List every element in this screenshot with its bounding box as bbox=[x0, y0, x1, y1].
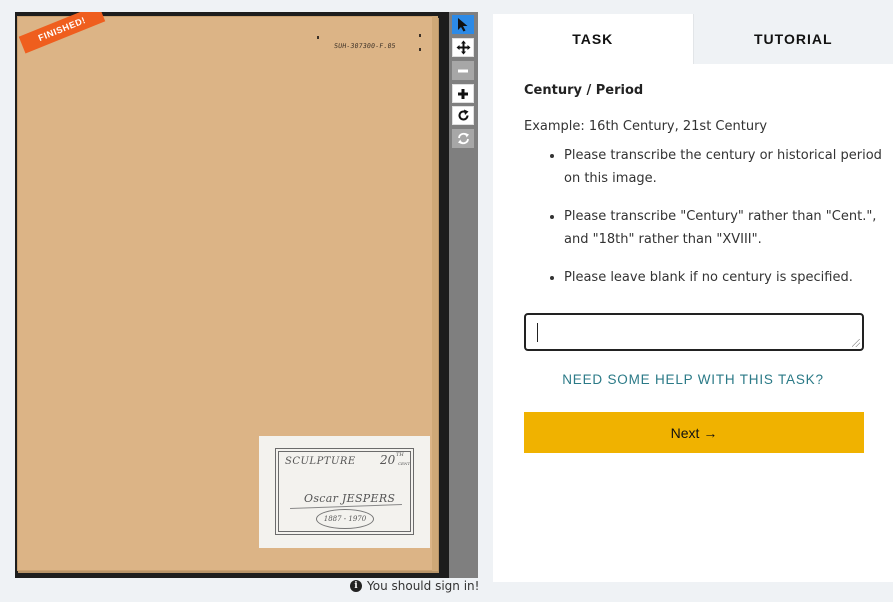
sign-in-text: You should sign in! bbox=[367, 579, 480, 593]
task-content: Century / Period Example: 16th Century, … bbox=[493, 83, 893, 289]
minus-icon bbox=[458, 69, 468, 72]
move-tool-button[interactable] bbox=[452, 38, 474, 57]
plus-icon bbox=[458, 88, 468, 99]
move-arrows-icon bbox=[456, 40, 470, 55]
instruction-item: Please transcribe the century or histori… bbox=[564, 144, 893, 190]
select-tool-button[interactable] bbox=[452, 15, 474, 34]
sign-in-notice: i You should sign in! bbox=[350, 579, 479, 593]
rotate-icon bbox=[458, 109, 468, 121]
label-frame: SCULPTURE 20 TH CENT Oscar JESPERS 1887 … bbox=[275, 448, 414, 535]
viewer-toolbar bbox=[449, 12, 478, 578]
folder-spine bbox=[432, 16, 438, 571]
tab-tutorial[interactable]: TUTORIAL bbox=[692, 14, 893, 64]
label-subject: SCULPTURE bbox=[285, 456, 356, 467]
resize-grip-icon[interactable] bbox=[852, 339, 860, 347]
instruction-item: Please transcribe "Century" rather than … bbox=[564, 205, 893, 251]
task-instructions: Please transcribe the century or histori… bbox=[524, 144, 893, 289]
zoom-out-button[interactable] bbox=[452, 61, 474, 80]
folder-mark bbox=[419, 48, 421, 51]
task-example: Example: 16th Century, 21st Century bbox=[524, 119, 768, 134]
task-tabs: TASK TUTORIAL bbox=[493, 14, 893, 64]
info-icon: i bbox=[350, 580, 362, 592]
label-century-cent: CENT bbox=[398, 461, 411, 466]
instruction-item: Please leave blank if no century is spec… bbox=[564, 266, 893, 289]
label-century-suffix: TH bbox=[396, 452, 404, 458]
reset-view-button[interactable] bbox=[452, 129, 474, 148]
tab-task[interactable]: TASK bbox=[493, 14, 693, 64]
subject-viewer[interactable]: SUH-307300-F.05 SCULPTURE 20 TH CENT Osc… bbox=[15, 12, 449, 578]
folder-barcode: SUH-307300-F.05 bbox=[333, 42, 397, 50]
help-link[interactable]: NEED SOME HELP WITH THIS TASK? bbox=[493, 372, 893, 387]
label-century: 20 bbox=[380, 453, 396, 467]
text-caret bbox=[537, 323, 538, 342]
next-button[interactable]: Next → bbox=[524, 412, 864, 453]
label-underline bbox=[290, 504, 402, 509]
century-input[interactable] bbox=[524, 313, 864, 351]
task-panel: TASK TUTORIAL Century / Period Example: … bbox=[493, 14, 893, 582]
cursor-arrow-icon bbox=[458, 18, 468, 32]
subject-label-card: SCULPTURE 20 TH CENT Oscar JESPERS 1887 … bbox=[259, 436, 430, 548]
zoom-in-button[interactable] bbox=[452, 84, 474, 103]
label-dates: 1887 - 1970 bbox=[316, 509, 374, 529]
subject-image-folder: SUH-307300-F.05 SCULPTURE 20 TH CENT Osc… bbox=[17, 16, 438, 571]
reset-icon bbox=[457, 132, 469, 145]
rotate-button[interactable] bbox=[452, 106, 474, 125]
label-artist: Oscar JESPERS bbox=[304, 492, 396, 505]
task-question: Century / Period bbox=[524, 83, 644, 98]
folder-mark bbox=[419, 34, 421, 37]
folder-mark bbox=[317, 36, 319, 39]
